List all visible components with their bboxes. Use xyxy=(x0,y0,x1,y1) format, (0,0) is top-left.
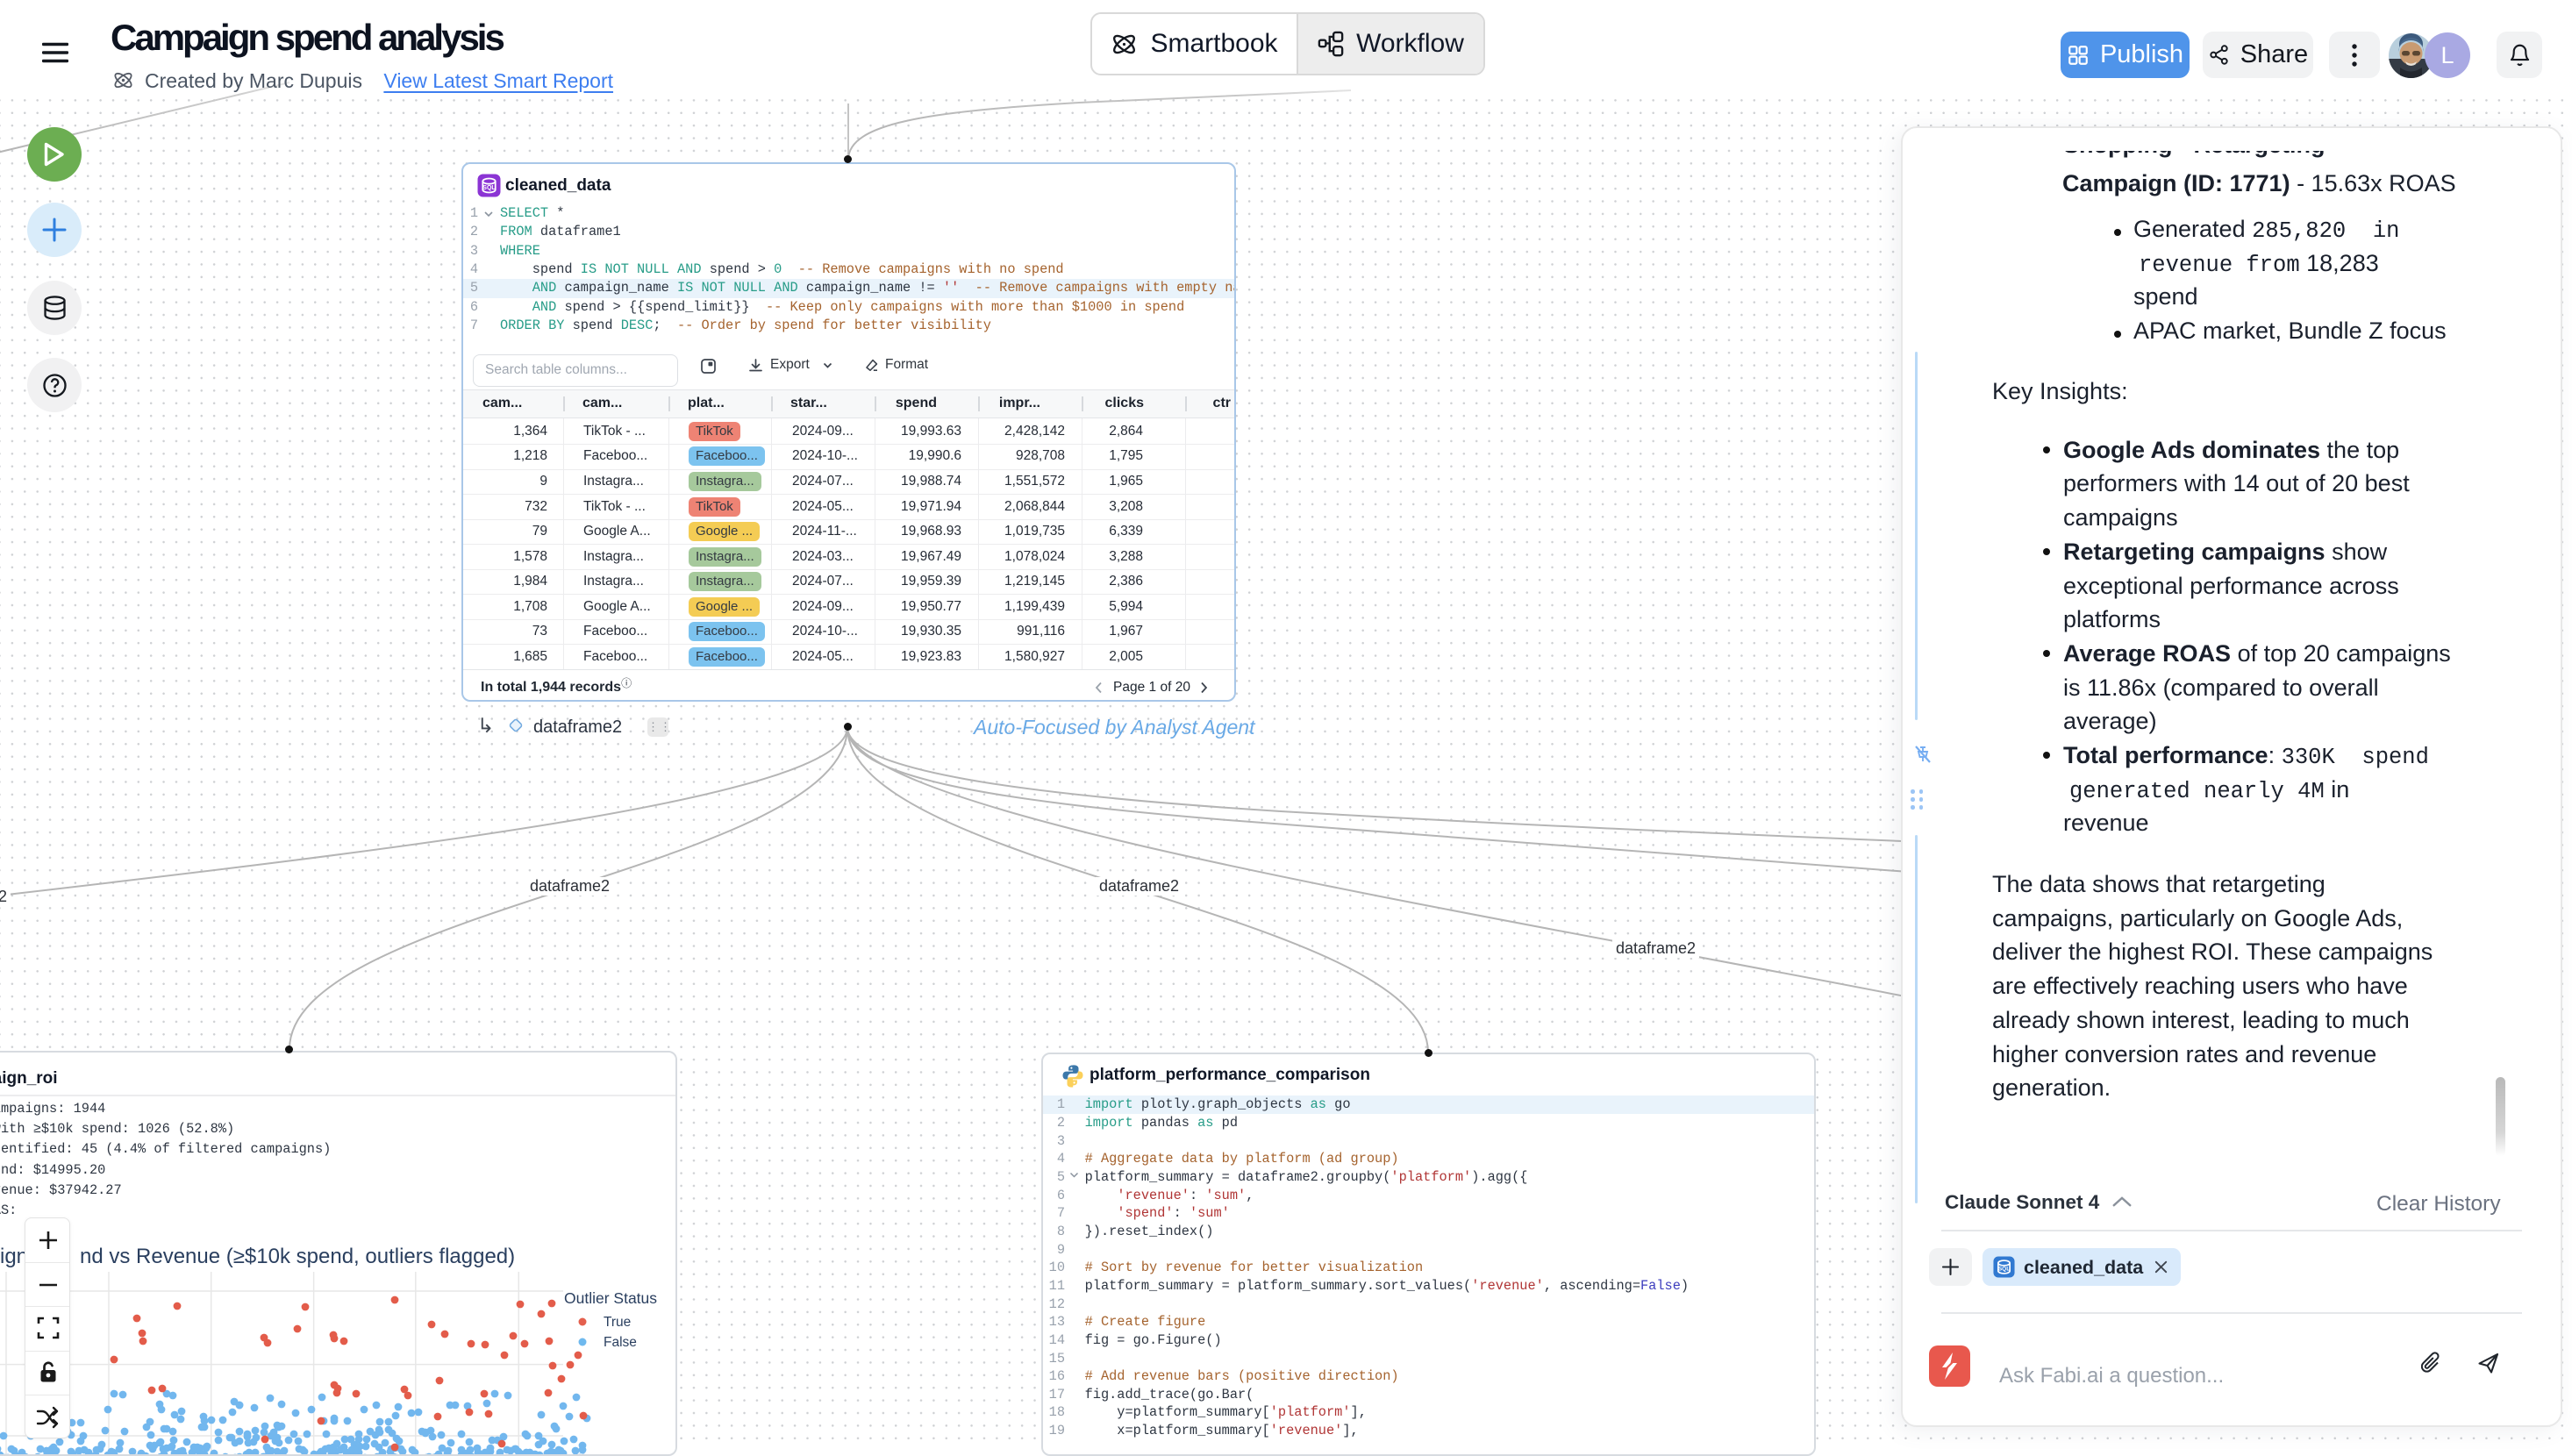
svg-text:SQL: SQL xyxy=(1998,1267,2010,1273)
svg-text:SQL: SQL xyxy=(482,185,496,191)
